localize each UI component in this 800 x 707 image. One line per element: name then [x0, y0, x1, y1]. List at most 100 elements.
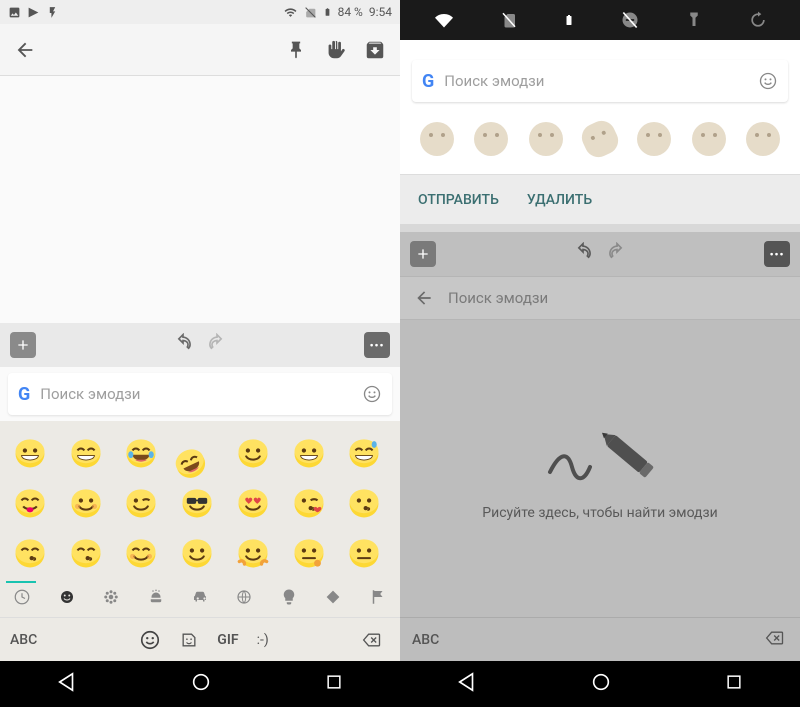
- emoji-beaming[interactable]: [64, 431, 108, 475]
- emoji-relaxed[interactable]: [119, 531, 163, 575]
- emoji-suggestion[interactable]: [474, 122, 508, 156]
- emoji-suggestion[interactable]: [577, 116, 622, 161]
- google-g-icon: G: [18, 384, 30, 405]
- backspace-key[interactable]: [762, 628, 788, 652]
- undo-button[interactable]: [570, 242, 596, 266]
- emoji-smile[interactable]: [231, 431, 275, 475]
- emoji-rofl[interactable]: [175, 431, 219, 475]
- emoji-cool-sunglasses[interactable]: [175, 481, 219, 525]
- keyboard-mode-row: ABC GIF :-): [0, 617, 400, 661]
- cat-objects[interactable]: [280, 588, 298, 610]
- redo-button[interactable]: [204, 333, 230, 357]
- cat-activity[interactable]: [235, 588, 253, 610]
- archive-button[interactable]: [364, 39, 386, 61]
- nav-back[interactable]: [456, 671, 478, 697]
- content-area[interactable]: [0, 76, 400, 323]
- nav-recents[interactable]: [324, 672, 344, 696]
- emoji-neutral[interactable]: [342, 531, 386, 575]
- nav-bar: [400, 661, 800, 707]
- cat-food[interactable]: [147, 588, 165, 610]
- back-arrow-icon[interactable]: [414, 288, 434, 308]
- nav-bar: [0, 661, 400, 707]
- more-button[interactable]: •••: [764, 241, 790, 267]
- ascii-tab[interactable]: :-): [257, 632, 269, 648]
- emoji-yum[interactable]: [8, 481, 52, 525]
- image-icon: [8, 6, 21, 19]
- emoji-smile-open[interactable]: [287, 431, 331, 475]
- app-header: [0, 24, 400, 76]
- backspace-key[interactable]: [354, 630, 390, 650]
- emoji-suggestion[interactable]: [637, 122, 671, 156]
- smiley-icon: [362, 384, 382, 404]
- emoji-suggestion[interactable]: [746, 122, 780, 156]
- more-button[interactable]: •••: [364, 332, 390, 358]
- emoji-slight-smile[interactable]: [175, 531, 219, 575]
- emoji-hugging[interactable]: [231, 531, 275, 575]
- screen-right: G Поиск эмодзи ОТПРАВИТЬ УДАЛИТЬ ••• Пои: [400, 0, 800, 707]
- screen-left: 84 % 9:54 ••• G Поиск эмодзи: [0, 0, 400, 707]
- emoji-suggestion[interactable]: [529, 122, 563, 156]
- undo-button[interactable]: [170, 333, 196, 357]
- draw-hint-text: Рисуйте здесь, чтобы найти эмодзи: [482, 505, 717, 521]
- emoji-suggestion[interactable]: [420, 122, 454, 156]
- smiley-icon: [758, 71, 778, 91]
- emoji-grinning[interactable]: [8, 431, 52, 475]
- gif-tab[interactable]: GIF: [217, 632, 238, 648]
- emoji-kissing-heart[interactable]: [287, 481, 331, 525]
- emoji-kiss[interactable]: [342, 481, 386, 525]
- cat-travel[interactable]: [191, 588, 209, 610]
- cat-symbols[interactable]: [324, 588, 342, 610]
- abc-key[interactable]: ABC: [10, 632, 54, 648]
- dnd-icon: [620, 10, 640, 30]
- battery-icon: [323, 5, 332, 19]
- emoji-heart-eyes[interactable]: [231, 481, 275, 525]
- back-button[interactable]: [14, 39, 36, 61]
- emoji-search-bar-kbd[interactable]: Поиск эмодзи: [400, 276, 800, 320]
- emoji-sweat-smile[interactable]: [342, 431, 386, 475]
- cat-nature[interactable]: [102, 588, 120, 610]
- status-bar: [400, 0, 800, 40]
- emoji-tears-of-joy[interactable]: [119, 431, 163, 475]
- emoji-category-tabs: [0, 581, 400, 617]
- search-placeholder: Поиск эмодзи: [40, 385, 352, 403]
- flash-icon: [46, 6, 59, 19]
- cat-flags[interactable]: [369, 588, 387, 610]
- draw-area[interactable]: Рисуйте здесь, чтобы найти эмодзи: [400, 320, 800, 617]
- send-action[interactable]: ОТПРАВИТЬ: [418, 192, 499, 208]
- action-row: ОТПРАВИТЬ УДАЛИТЬ: [400, 174, 800, 224]
- emoji-suggestion[interactable]: [692, 122, 726, 156]
- cat-recent[interactable]: [13, 588, 31, 610]
- keyboard-toolbar: •••: [400, 232, 800, 276]
- emoji-tab[interactable]: [139, 629, 161, 651]
- delete-action[interactable]: УДАЛИТЬ: [527, 192, 592, 208]
- sticker-tab[interactable]: [179, 630, 199, 650]
- emoji-kissing-closed[interactable]: [8, 531, 52, 575]
- abc-key[interactable]: ABC: [412, 632, 762, 648]
- play-icon: [27, 6, 40, 19]
- add-button[interactable]: [10, 332, 36, 358]
- emoji-winking[interactable]: [119, 481, 163, 525]
- divider: [400, 224, 800, 232]
- nav-home[interactable]: [190, 671, 212, 697]
- redo-button[interactable]: [604, 242, 630, 266]
- keyboard-toolbar: •••: [0, 323, 400, 367]
- search-placeholder: Поиск эмодзи: [448, 289, 548, 307]
- no-sim-icon: [500, 10, 518, 30]
- emoji-kissing-smile[interactable]: [64, 531, 108, 575]
- nav-back[interactable]: [56, 671, 78, 697]
- pin-button[interactable]: [286, 40, 306, 60]
- emoji-blush[interactable]: [64, 481, 108, 525]
- pencil-draw-icon: [540, 417, 660, 487]
- wifi-icon: [283, 6, 298, 19]
- keyboard-mode-row: ABC: [400, 617, 800, 661]
- add-button[interactable]: [410, 241, 436, 267]
- cat-smileys[interactable]: [58, 588, 76, 610]
- battery-pct-label: 84 %: [338, 5, 363, 19]
- nav-home[interactable]: [590, 671, 612, 697]
- google-g-icon: G: [422, 71, 434, 92]
- emoji-thinking[interactable]: [287, 531, 331, 575]
- hand-button[interactable]: [324, 39, 346, 61]
- nav-recents[interactable]: [724, 672, 744, 696]
- emoji-search-bar[interactable]: G Поиск эмодзи: [8, 373, 392, 415]
- emoji-search-bar-top[interactable]: G Поиск эмодзи: [412, 60, 788, 102]
